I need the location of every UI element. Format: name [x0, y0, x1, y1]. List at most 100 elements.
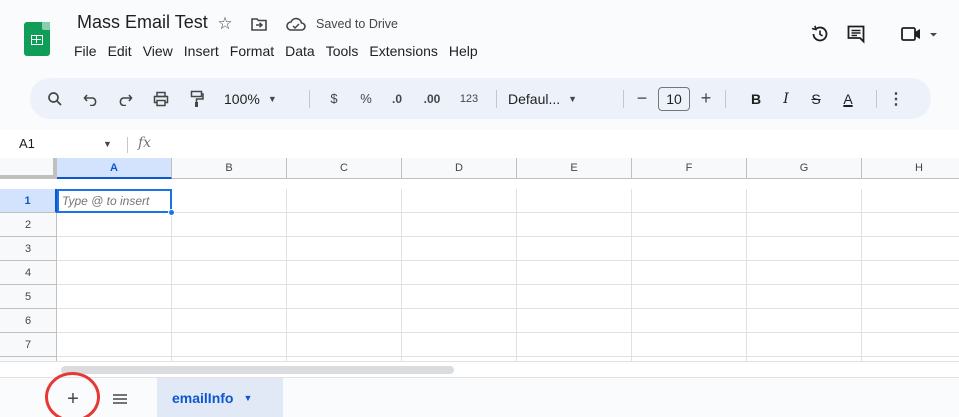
grid-cell[interactable]: [747, 189, 862, 213]
row-header-7[interactable]: 7: [0, 333, 57, 357]
grid-cell[interactable]: [517, 333, 632, 357]
grid-cell[interactable]: [287, 333, 402, 357]
row-header-1[interactable]: 1: [0, 189, 57, 213]
horizontal-scrollbar[interactable]: [0, 361, 959, 377]
grid-cell[interactable]: [57, 333, 172, 357]
comments-icon[interactable]: [842, 20, 870, 48]
column-header-h[interactable]: H: [862, 158, 959, 179]
row-header-2[interactable]: 2: [0, 213, 57, 237]
document-title[interactable]: Mass Email Test: [77, 12, 208, 33]
grid-cell[interactable]: [402, 189, 517, 213]
column-header-b[interactable]: B: [172, 158, 287, 179]
cloud-saved-icon[interactable]: [284, 14, 308, 34]
sheet-tab-dropdown-icon[interactable]: ▼: [243, 393, 252, 403]
percent-format-button[interactable]: %: [356, 78, 376, 119]
font-select[interactable]: Defaul... ▼: [508, 78, 608, 119]
fill-handle[interactable]: [168, 209, 175, 216]
grid-cell[interactable]: [632, 309, 747, 333]
menu-data[interactable]: Data: [280, 41, 320, 61]
bold-button[interactable]: B: [746, 78, 766, 119]
grid-cell[interactable]: [172, 309, 287, 333]
more-formats-button[interactable]: 123: [454, 78, 484, 119]
row-header-6[interactable]: 6: [0, 309, 57, 333]
grid-cell[interactable]: [57, 213, 172, 237]
increase-font-size-button[interactable]: +: [696, 78, 716, 119]
grid-cell[interactable]: [862, 213, 959, 237]
strikethrough-button[interactable]: S: [806, 78, 826, 119]
menu-edit[interactable]: Edit: [103, 41, 137, 61]
star-icon[interactable]: ☆: [214, 13, 236, 35]
all-sheets-menu-icon[interactable]: [107, 388, 133, 410]
grid-cell[interactable]: [402, 261, 517, 285]
paint-format-icon[interactable]: [184, 78, 210, 119]
grid-cell[interactable]: [172, 285, 287, 309]
grid-cell[interactable]: [517, 189, 632, 213]
grid-cell[interactable]: [517, 237, 632, 261]
sheet-tab-emailinfo[interactable]: emailInfo ▼: [157, 378, 283, 417]
grid-cell[interactable]: [632, 333, 747, 357]
menu-insert[interactable]: Insert: [179, 41, 224, 61]
italic-button[interactable]: I: [776, 78, 796, 119]
menu-tools[interactable]: Tools: [321, 41, 364, 61]
grid-cell[interactable]: [862, 189, 959, 213]
grid-cell[interactable]: [287, 261, 402, 285]
grid-cell[interactable]: [287, 213, 402, 237]
grid-cell[interactable]: [57, 237, 172, 261]
zoom-select[interactable]: 100% ▼: [224, 78, 292, 119]
grid-cell[interactable]: [517, 285, 632, 309]
grid-cell[interactable]: [402, 237, 517, 261]
grid-cell[interactable]: [172, 237, 287, 261]
version-history-icon[interactable]: [806, 20, 834, 48]
column-header-f[interactable]: F: [632, 158, 747, 179]
grid-cell[interactable]: [747, 333, 862, 357]
font-size-input[interactable]: 10: [658, 87, 690, 111]
grid-cell[interactable]: [632, 213, 747, 237]
grid-cell[interactable]: [57, 261, 172, 285]
redo-icon[interactable]: [112, 78, 138, 119]
grid-cell[interactable]: [402, 285, 517, 309]
grid-cell[interactable]: [57, 309, 172, 333]
grid-cell[interactable]: [57, 285, 172, 309]
grid-cell[interactable]: [747, 237, 862, 261]
sheets-logo-icon[interactable]: [24, 22, 50, 56]
grid-cell[interactable]: [172, 213, 287, 237]
row-header-4[interactable]: 4: [0, 261, 57, 285]
increase-decimal-button[interactable]: .00: [417, 78, 447, 119]
grid-cell[interactable]: [517, 309, 632, 333]
selected-cell-a1[interactable]: Type @ to insert: [57, 189, 172, 213]
grid-cell[interactable]: [747, 309, 862, 333]
more-options-button[interactable]: ⋮: [886, 78, 906, 119]
grid-cell[interactable]: [862, 261, 959, 285]
text-color-button[interactable]: A: [836, 78, 860, 119]
grid-cell[interactable]: [402, 309, 517, 333]
grid-cell[interactable]: [287, 285, 402, 309]
menu-help[interactable]: Help: [444, 41, 483, 61]
grid-cell[interactable]: [747, 261, 862, 285]
column-header-e[interactable]: E: [517, 158, 632, 179]
menu-format[interactable]: Format: [225, 41, 279, 61]
grid-cell[interactable]: [632, 189, 747, 213]
undo-icon[interactable]: [78, 78, 104, 119]
row-header-3[interactable]: 3: [0, 237, 57, 261]
menu-file[interactable]: File: [69, 41, 102, 61]
grid-cell[interactable]: [287, 309, 402, 333]
grid-cell[interactable]: [632, 261, 747, 285]
name-box[interactable]: A1: [19, 136, 35, 151]
grid-cell[interactable]: [862, 285, 959, 309]
print-icon[interactable]: [148, 78, 174, 119]
column-header-a[interactable]: A: [57, 158, 172, 179]
grid-cell[interactable]: [287, 237, 402, 261]
grid-cell[interactable]: [287, 189, 402, 213]
grid-cell[interactable]: [172, 333, 287, 357]
grid-cell[interactable]: [517, 261, 632, 285]
select-all-corner[interactable]: [0, 158, 57, 179]
horizontal-scroll-thumb[interactable]: [61, 366, 454, 374]
decrease-decimal-button[interactable]: .0: [384, 78, 410, 119]
grid-cell[interactable]: [747, 285, 862, 309]
column-header-g[interactable]: G: [747, 158, 862, 179]
column-header-c[interactable]: C: [287, 158, 402, 179]
grid-cell[interactable]: [862, 309, 959, 333]
row-header-5[interactable]: 5: [0, 285, 57, 309]
grid-cell[interactable]: [402, 333, 517, 357]
grid-cell[interactable]: [172, 261, 287, 285]
